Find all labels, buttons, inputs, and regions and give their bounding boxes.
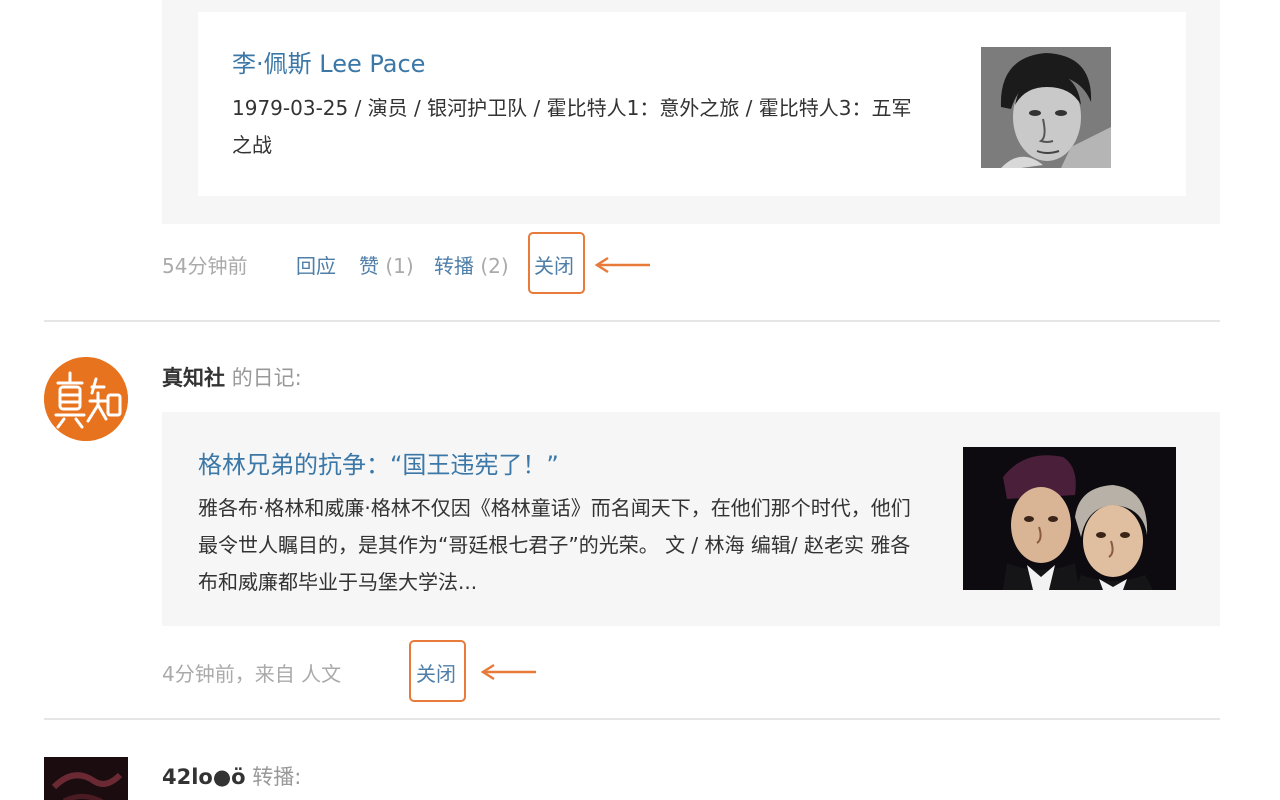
avatar[interactable]: [44, 757, 128, 800]
timestamp-source: 4分钟前，来自 人文: [162, 662, 342, 686]
article-photo[interactable]: [963, 447, 1176, 590]
person-photo[interactable]: [981, 47, 1111, 168]
annotation-highlight-box: [409, 640, 466, 702]
feed-divider: [44, 320, 1220, 322]
avatar-image-icon: [44, 757, 128, 800]
post-kind: 的日记:: [231, 366, 302, 390]
reshare-count: (2): [480, 254, 509, 278]
person-portrait-icon: [981, 47, 1111, 168]
arrow-left-icon: [480, 663, 536, 681]
avatar[interactable]: [44, 357, 128, 441]
post-kind: 转播:: [252, 765, 302, 789]
post-header: 42lo●ö 转播:: [162, 761, 301, 791]
like-link[interactable]: 赞 (1): [359, 250, 414, 279]
author-link[interactable]: 42lo●ö: [162, 765, 246, 789]
timestamp: 54分钟前: [162, 254, 248, 278]
reshare-link[interactable]: 转播 (2): [434, 250, 509, 279]
person-description: 1979-03-25 / 演员 / 银河护卫队 / 霍比特人1：意外之旅 / 霍…: [232, 96, 912, 157]
post-header: 真知社 的日记:: [162, 362, 302, 392]
reshare-label: 转播: [434, 254, 474, 278]
article-title-link[interactable]: 格林兄弟的抗争：“国王违宪了！”: [198, 445, 559, 480]
like-label: 赞: [359, 254, 379, 278]
arrow-left-icon: [594, 256, 650, 274]
annotation-highlight-box: [528, 232, 585, 294]
article-portrait-icon: [963, 447, 1176, 590]
reply-link[interactable]: 回应: [296, 250, 336, 279]
person-name-link[interactable]: 李·佩斯 Lee Pace: [232, 44, 425, 79]
like-count: (1): [385, 254, 414, 278]
feed-divider: [44, 718, 1220, 720]
article-excerpt: 雅各布·格林和威廉·格林不仅因《格林童话》而名闻天下，在他们那个时代，他们最令世…: [198, 496, 911, 594]
zhenzhi-logo-icon: [44, 357, 128, 441]
author-link[interactable]: 真知社: [162, 366, 225, 390]
